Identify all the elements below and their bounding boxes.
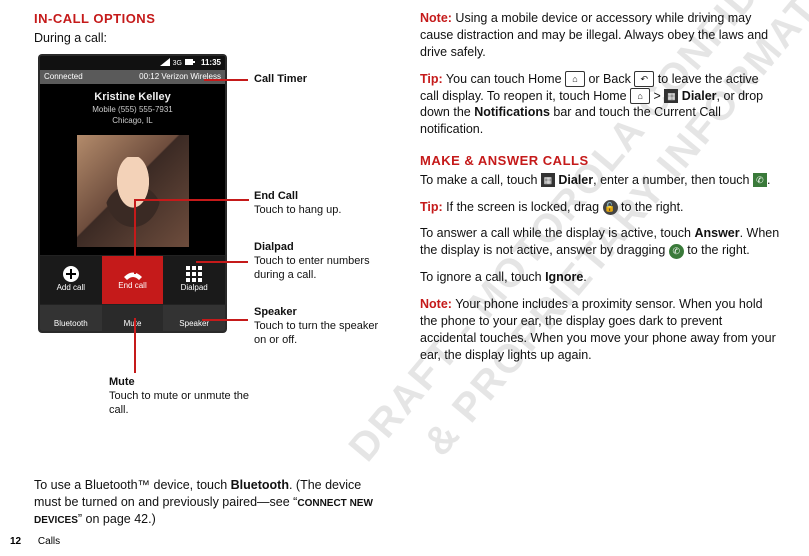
tip-leave-call: Tip: You can touch Home ⌂ or Back ↶ to l… xyxy=(420,71,780,139)
page-footer: 12 Calls xyxy=(10,535,60,549)
speaker-label: Speaker xyxy=(179,319,209,330)
3g-icon: 3G xyxy=(173,59,182,68)
make-call-paragraph: To make a call, touch ▦ Dialer, enter a … xyxy=(420,172,780,189)
callout-dialpad-title: Dialpad xyxy=(254,241,294,253)
dialer-icon: ▦ xyxy=(541,173,555,187)
connected-label: Connected xyxy=(44,72,83,83)
callout-endcall-body: Touch to hang up. xyxy=(254,204,341,216)
unlock-icon: 🔓 xyxy=(603,200,618,215)
status-bar: 3G 11:35 xyxy=(40,56,225,70)
page-number: 12 xyxy=(10,536,21,547)
callout-speaker: Speaker Touch to turn the speaker on or … xyxy=(254,306,386,347)
caller-number: Mobile (555) 555-7931 xyxy=(40,105,225,116)
ignore-paragraph: To ignore a call, touch Ignore. xyxy=(420,269,780,286)
call-duration-carrier: 00:12 Verizon Wireless xyxy=(139,72,221,83)
callout-dialpad: Dialpad Touch to enter numbers during a … xyxy=(254,241,386,282)
dialer-icon: ▦ xyxy=(664,89,678,103)
dialgrid-icon xyxy=(185,265,203,283)
callout-timer: Call Timer xyxy=(254,73,307,87)
home-icon: ⌂ xyxy=(630,88,650,104)
phone-mockup: 3G 11:35 Connected 00:12 Verizon Wireles… xyxy=(40,56,225,331)
section-name: Calls xyxy=(38,536,60,547)
status-time: 11:35 xyxy=(201,58,221,69)
callout-endcall-title: End Call xyxy=(254,190,298,202)
callout-dialpad-body: Touch to enter numbers during a call. xyxy=(254,255,370,281)
plus-circle-icon xyxy=(62,265,80,283)
callout-mute: Mute Touch to mute or unmute the call. xyxy=(109,376,259,417)
answer-drag-icon: ✆ xyxy=(669,244,684,259)
section-heading-make-answer: Make & answer calls xyxy=(420,152,780,170)
callout-endcall: End Call Touch to hang up. xyxy=(254,190,341,218)
bluetooth-label: Bluetooth xyxy=(54,319,88,330)
callout-mute-title: Mute xyxy=(109,376,135,388)
connection-row: Connected 00:12 Verizon Wireless xyxy=(40,70,225,84)
intro-text: During a call: xyxy=(34,30,386,47)
proximity-note: Note: Your phone includes a proximity se… xyxy=(420,296,780,364)
driving-note: Note: Using a mobile device or accessory… xyxy=(420,10,780,61)
end-call-label: End call xyxy=(118,281,146,292)
callout-timer-title: Call Timer xyxy=(254,73,307,85)
callout-line xyxy=(134,318,136,373)
home-icon: ⌂ xyxy=(565,71,585,87)
mute-button[interactable]: Mute xyxy=(102,304,164,332)
caller-photo xyxy=(75,133,191,249)
hangup-icon xyxy=(122,267,144,281)
callout-line xyxy=(196,261,248,263)
callout-line xyxy=(134,199,249,201)
back-icon: ↶ xyxy=(634,71,654,87)
add-call-label: Add call xyxy=(57,283,85,294)
caller-city: Chicago, IL xyxy=(40,116,225,127)
callout-speaker-title: Speaker xyxy=(254,306,297,318)
call-icon: ✆ xyxy=(753,173,767,187)
callout-line xyxy=(202,319,248,321)
callout-mute-body: Touch to mute or unmute the call. xyxy=(109,390,249,416)
signal-icon xyxy=(160,58,170,70)
battery-icon xyxy=(185,58,195,70)
bluetooth-button[interactable]: Bluetooth xyxy=(40,304,102,332)
callout-speaker-body: Touch to turn the speaker on or off. xyxy=(254,320,378,346)
speaker-button[interactable]: Speaker xyxy=(163,304,225,332)
mute-label: Mute xyxy=(124,319,142,330)
callout-line xyxy=(134,199,136,274)
end-call-button[interactable]: End call xyxy=(102,255,164,304)
add-call-button[interactable]: Add call xyxy=(40,255,102,304)
callout-line xyxy=(204,79,248,81)
section-heading-incall: In-call options xyxy=(34,10,386,28)
caller-name: Kristine Kelley xyxy=(40,90,225,105)
dialpad-label: Dialpad xyxy=(181,283,208,294)
bluetooth-paragraph: To use a Bluetooth™ device, touch Blueto… xyxy=(34,477,386,528)
caller-info: Kristine Kelley Mobile (555) 555-7931 Ch… xyxy=(40,84,225,129)
answer-paragraph: To answer a call while the display is ac… xyxy=(420,225,780,259)
tip-locked-screen: Tip: If the screen is locked, drag 🔓 to … xyxy=(420,199,780,216)
